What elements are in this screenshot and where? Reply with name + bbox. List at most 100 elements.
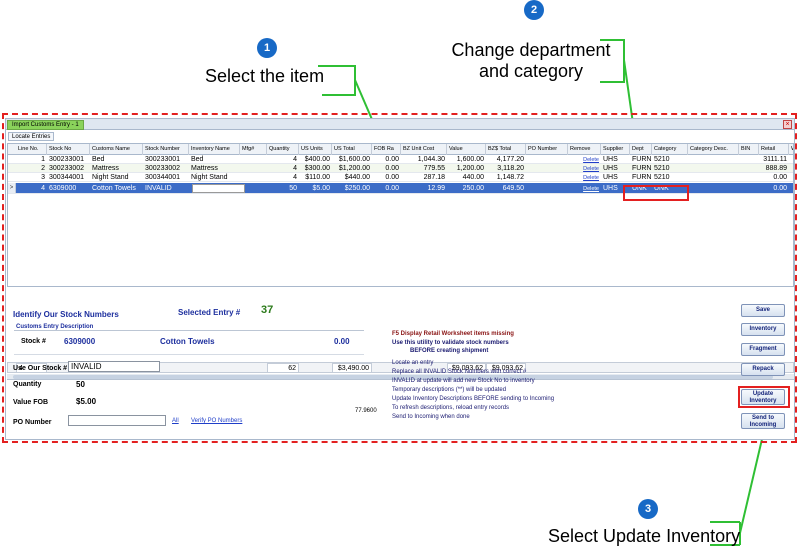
value-fob-value: $5.00 xyxy=(76,397,97,406)
col-customs-name[interactable]: Customs Name xyxy=(90,144,143,155)
cell-category: 5210 xyxy=(654,156,670,163)
delete-link[interactable]: Delete xyxy=(583,175,599,181)
stock-amount: 0.00 xyxy=(334,337,350,346)
cell-bz-unit-cost: 287.18 xyxy=(423,174,445,181)
step-3-badge: 3 xyxy=(638,499,658,519)
cell-category: 5210 xyxy=(654,174,670,181)
col-us-total[interactable]: US Total xyxy=(332,144,372,155)
instruction-line: Temporary descriptions (**) will be upda… xyxy=(392,387,507,393)
col-quantity[interactable]: Quantity xyxy=(267,144,299,155)
identify-heading: Identify Our Stock Numbers xyxy=(13,310,119,319)
cell-fob-rate: 0.00 xyxy=(385,156,399,163)
col-po-number[interactable]: PO Number xyxy=(526,144,568,155)
verify-po-link[interactable]: Verify PO Numbers xyxy=(191,418,242,424)
use-stock-label: Use Our Stock # xyxy=(13,365,68,372)
col-mfg[interactable]: Mfg# xyxy=(240,144,267,155)
cell-line-no: 4 xyxy=(41,185,45,192)
total-us-total: $3,490.00 xyxy=(332,363,372,373)
stock-label: Stock # xyxy=(21,338,46,345)
col-stock-number[interactable]: Stock Number xyxy=(143,144,189,155)
use-stock-input[interactable]: INVALID xyxy=(68,361,160,372)
cell-bz-total: 1,148.72 xyxy=(496,174,524,181)
col-remove[interactable]: Remove xyxy=(568,144,601,155)
inventory-name-editor[interactable] xyxy=(192,184,245,193)
usage-line-1: Use this utility to validate stock numbe… xyxy=(392,340,509,346)
cell-dept: FURN xyxy=(632,156,652,163)
cell-fob-rate: 0.00 xyxy=(385,185,399,192)
instruction-line: INVALID at update will add new Stock No … xyxy=(392,378,535,384)
cell-stock-no: 300344001 xyxy=(49,174,85,181)
grid-header: Line No. Stock No Customs Name Stock Num… xyxy=(8,144,793,155)
col-us-units[interactable]: US Units xyxy=(299,144,332,155)
cell-stock-number: 300233001 xyxy=(145,156,181,163)
update-inventory-highlight xyxy=(738,386,790,408)
cell-us-units: $400.00 xyxy=(304,156,330,163)
cell-category: 5210 xyxy=(654,165,670,172)
cell-remove[interactable]: Delete xyxy=(568,173,601,182)
send-to-incoming-button[interactable]: Send to Incoming xyxy=(741,413,785,429)
all-link[interactable]: All xyxy=(172,418,179,424)
cell-customs-name: Bed xyxy=(92,156,105,163)
col-category-desc[interactable]: Category Desc. xyxy=(688,144,739,155)
stock-name: Cotton Towels xyxy=(160,337,215,346)
col-category[interactable]: Category xyxy=(652,144,688,155)
col-value[interactable]: Value xyxy=(447,144,486,155)
po-number-input[interactable] xyxy=(68,415,166,426)
cell-remove[interactable]: Delete xyxy=(568,155,601,164)
col-supplier[interactable]: Supplier xyxy=(601,144,630,155)
cell-value: 250.00 xyxy=(462,185,484,192)
quantity-label: Quantity xyxy=(13,381,42,388)
cell-fob-rate: 0.00 xyxy=(385,174,399,181)
col-fob-rate[interactable]: FOB Ra xyxy=(372,144,401,155)
cell-inventory-name: Bed xyxy=(191,156,204,163)
col-line-no[interactable]: Line No. xyxy=(16,144,47,155)
cell-remove[interactable]: Delete xyxy=(568,183,601,194)
table-row[interactable]: 2 300233002 Mattress 300233002 Mattress … xyxy=(8,164,793,173)
customs-entry-window: Import Customs Entry - 1 × Locate Entrie… xyxy=(5,118,795,440)
delete-link[interactable]: Delete xyxy=(583,157,599,163)
repack-button[interactable]: Repack xyxy=(741,363,785,376)
col-wh[interactable]: Wh xyxy=(789,144,793,155)
cell-us-total: $1,600.00 xyxy=(338,156,370,163)
cell-supplier: UHS xyxy=(603,156,618,163)
tab-import-customs-entry[interactable]: Import Customs Entry - 1 xyxy=(7,120,84,130)
delete-link[interactable]: Delete xyxy=(583,186,599,192)
po-number-label: PO Number xyxy=(13,419,52,426)
cell-retail: 888.89 xyxy=(765,165,787,172)
cell-bz-unit-cost: 1,044.30 xyxy=(417,156,445,163)
table-row[interactable]: 1 300233001 Bed 300233001 Bed 4 $400.00 … xyxy=(8,155,793,164)
cell-us-units: $300.00 xyxy=(304,165,330,172)
instruction-line: Locate an entry xyxy=(392,360,434,366)
stock-value: 6309000 xyxy=(64,337,96,346)
cell-line-no: 2 xyxy=(41,165,45,172)
cell-remove[interactable]: Delete xyxy=(568,164,601,173)
cell-stock-number: 300344001 xyxy=(145,174,181,181)
col-bz-unit-cost[interactable]: BZ Unit Cost xyxy=(401,144,447,155)
selected-entry-label: Selected Entry # xyxy=(178,308,241,317)
cell-stock-number: 300233002 xyxy=(145,165,181,172)
col-retail[interactable]: Retail xyxy=(759,144,789,155)
col-inventory-name[interactable]: Inventory Name xyxy=(189,144,240,155)
cell-quantity: 4 xyxy=(293,165,297,172)
close-icon[interactable]: × xyxy=(783,120,792,129)
f5-hint: F5 Display Retail Worksheet items missin… xyxy=(392,331,514,337)
save-button[interactable]: Save xyxy=(741,304,785,317)
total-quantity: 62 xyxy=(267,363,299,373)
cell-line-no: 1 xyxy=(41,156,45,163)
col-dept[interactable]: Dept xyxy=(630,144,652,155)
cell-quantity: 4 xyxy=(293,174,297,181)
locate-entries-button[interactable]: Locate Entries xyxy=(8,132,55,141)
cell-bz-total: 3,118.20 xyxy=(497,165,524,172)
fragment-button[interactable]: Fragment xyxy=(741,343,785,356)
cell-us-units: $110.00 xyxy=(305,174,330,181)
col-stock-no[interactable]: Stock No xyxy=(47,144,90,155)
cell-dept: FURN xyxy=(632,165,652,172)
cell-inventory-name: Mattress xyxy=(191,165,218,172)
delete-link[interactable]: Delete xyxy=(583,166,599,172)
inventory-button[interactable]: Inventory xyxy=(741,323,785,336)
small-number: 77.9600 xyxy=(355,408,377,414)
col-bin[interactable]: BIN xyxy=(739,144,759,155)
cell-us-total: $1,200.00 xyxy=(338,165,370,172)
col-bz-total[interactable]: BZ$ Total xyxy=(486,144,526,155)
table-row[interactable]: 3 300344001 Night Stand 300344001 Night … xyxy=(8,173,793,182)
